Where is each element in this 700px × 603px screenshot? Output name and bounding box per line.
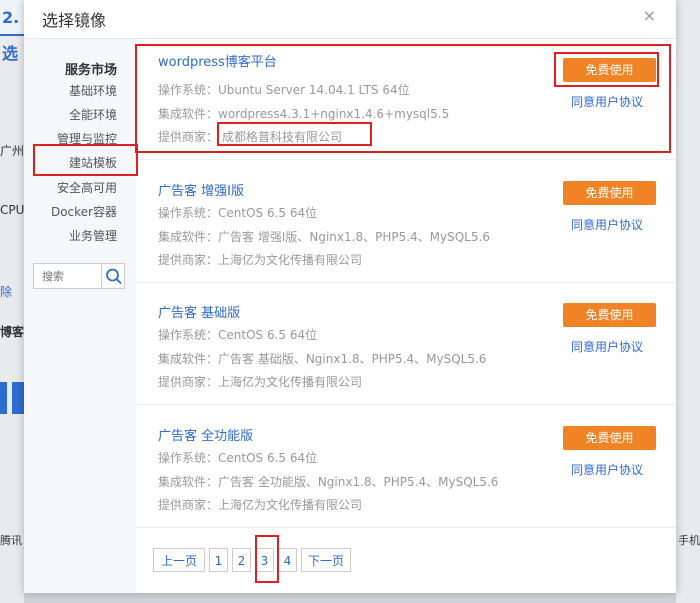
sidebar-item-business[interactable]: 业务管理 [69,227,117,244]
sidebar-item-full-env[interactable]: 全能环境 [69,106,117,123]
software-key: 集成软件： [158,230,219,244]
os-line: 操作系统：CentOS 6.5 64位 [158,326,317,343]
free-use-button[interactable]: 免费使用 [563,303,656,327]
os-key: 操作系统： [158,83,219,97]
sidebar-item-docker[interactable]: Docker容器 [51,203,117,220]
os-value: CentOS 6.5 64位 [218,206,318,220]
background-button [0,382,7,414]
software-line: 集成软件：wordpress4.3.1+nginx1.4.6+mysql5.5 [158,105,449,122]
background-text: 广州 [0,144,25,158]
vendor-value: 上海亿为文化传播有限公司 [218,498,363,512]
image-title[interactable]: 广告客 全功能版 [158,425,253,444]
os-line: 操作系统：CentOS 6.5 64位 [158,449,317,466]
sidebar-item-site-templates[interactable]: 建站模板 [69,154,117,171]
image-card: 广告客 增强I版 操作系统：CentOS 6.5 64位 集成软件：广告客 增强… [136,162,676,283]
sidebar-heading: 服务市场 [64,63,117,78]
page-2-button[interactable]: 2 [232,548,251,572]
os-key: 操作系统： [158,206,219,220]
prev-page-button[interactable]: 上一页 [153,548,205,572]
background-text: 博客 [0,325,25,339]
background-text: 腾讯 [0,534,22,547]
free-use-button[interactable]: 免费使用 [563,58,656,82]
os-value: CentOS 6.5 64位 [218,328,318,342]
background-right-strip [676,0,700,603]
os-key: 操作系统： [158,451,219,465]
vendor-line: 提供商家：上海亿为文化传播有限公司 [158,373,362,390]
vendor-key: 提供商家： [158,253,219,267]
sidebar-item-management[interactable]: 管理与监控 [57,130,117,147]
background-text: 除 [0,285,13,299]
software-value: 广告客 基础版、Nginx1.8、PHP5.4、MySQL5.6 [218,352,487,366]
sidebar-item-basic-env[interactable]: 基础环境 [69,82,117,99]
agree-terms-link[interactable]: 同意用户协议 [571,216,643,233]
image-title[interactable]: wordpress博客平台 [158,51,277,70]
software-value: wordpress4.3.1+nginx1.4.6+mysql5.5 [218,107,450,121]
select-image-dialog: 选择镜像 × 服务市场 基础环境 全能环境 管理与监控 建站模板 安全高可用 D… [24,0,676,593]
vendor-value: 上海亿为文化传播有限公司 [218,375,363,389]
dialog-title: 选择镜像 [42,11,107,30]
vendor-key: 提供商家： [158,498,219,512]
vendor-line: 提供商家： 成都格普科技有限公司 [158,128,342,145]
software-line: 集成软件：广告客 增强I版、Nginx1.8、PHP5.4、MySQL5.6 [158,228,490,245]
vendor-key: 提供商家： [158,375,219,389]
background-button [12,382,24,414]
sidebar-item-security[interactable]: 安全高可用 [57,179,117,196]
page-3-button[interactable]: 3 [255,548,274,572]
vendor-line: 提供商家：上海亿为文化传播有限公司 [158,251,362,268]
search-input[interactable] [34,264,108,288]
vendor-value: 上海亿为文化传播有限公司 [218,253,363,267]
image-list: wordpress博客平台 操作系统：Ubuntu Server 14.04.1… [136,39,676,593]
software-value: 广告客 增强I版、Nginx1.8、PHP5.4、MySQL5.6 [218,230,490,244]
dialog-header: 选择镜像 × [24,0,676,39]
agree-terms-link[interactable]: 同意用户协议 [571,93,643,110]
close-icon[interactable]: × [643,6,656,25]
software-line: 集成软件：广告客 全功能版、Nginx1.8、PHP5.4、MySQL5.6 [158,473,498,490]
software-key: 集成软件： [158,475,219,489]
software-line: 集成软件：广告客 基础版、Nginx1.8、PHP5.4、MySQL5.6 [158,350,486,367]
free-use-button[interactable]: 免费使用 [563,426,656,450]
software-key: 集成软件： [158,352,219,366]
search-icon[interactable] [101,264,125,288]
image-title[interactable]: 广告客 基础版 [158,302,240,321]
image-title[interactable]: 广告客 增强I版 [158,180,244,199]
os-line: 操作系统：Ubuntu Server 14.04.1 LTS 64位 [158,81,410,98]
vendor-line: 提供商家：上海亿为文化传播有限公司 [158,496,362,513]
image-card: wordpress博客平台 操作系统：Ubuntu Server 14.04.1… [136,39,676,160]
search-box [33,263,125,289]
vendor-value: 成都格普科技有限公司 [222,130,343,144]
background-left-strip [0,36,24,603]
background-text: CPU [0,203,25,217]
background-text: 手机 [678,534,700,547]
next-page-button[interactable]: 下一页 [301,548,351,572]
image-card: 广告客 全功能版 操作系统：CentOS 6.5 64位 集成软件：广告客 全功… [136,407,676,528]
page-1-button[interactable]: 1 [209,548,228,572]
free-use-button[interactable]: 免费使用 [563,181,656,205]
os-value: CentOS 6.5 64位 [218,451,318,465]
os-line: 操作系统：CentOS 6.5 64位 [158,204,317,221]
category-sidebar: 服务市场 基础环境 全能环境 管理与监控 建站模板 安全高可用 Docker容器… [24,39,136,593]
page-4-button[interactable]: 4 [278,548,297,572]
software-key: 集成软件： [158,107,219,121]
os-value: Ubuntu Server 14.04.1 LTS 64位 [218,83,410,97]
image-card: 广告客 基础版 操作系统：CentOS 6.5 64位 集成软件：广告客 基础版… [136,284,676,405]
vendor-key: 提供商家： [158,130,219,144]
software-value: 广告客 全功能版、Nginx1.8、PHP5.4、MySQL5.6 [218,475,499,489]
os-key: 操作系统： [158,328,219,342]
agree-terms-link[interactable]: 同意用户协议 [571,461,643,478]
agree-terms-link[interactable]: 同意用户协议 [571,338,643,355]
